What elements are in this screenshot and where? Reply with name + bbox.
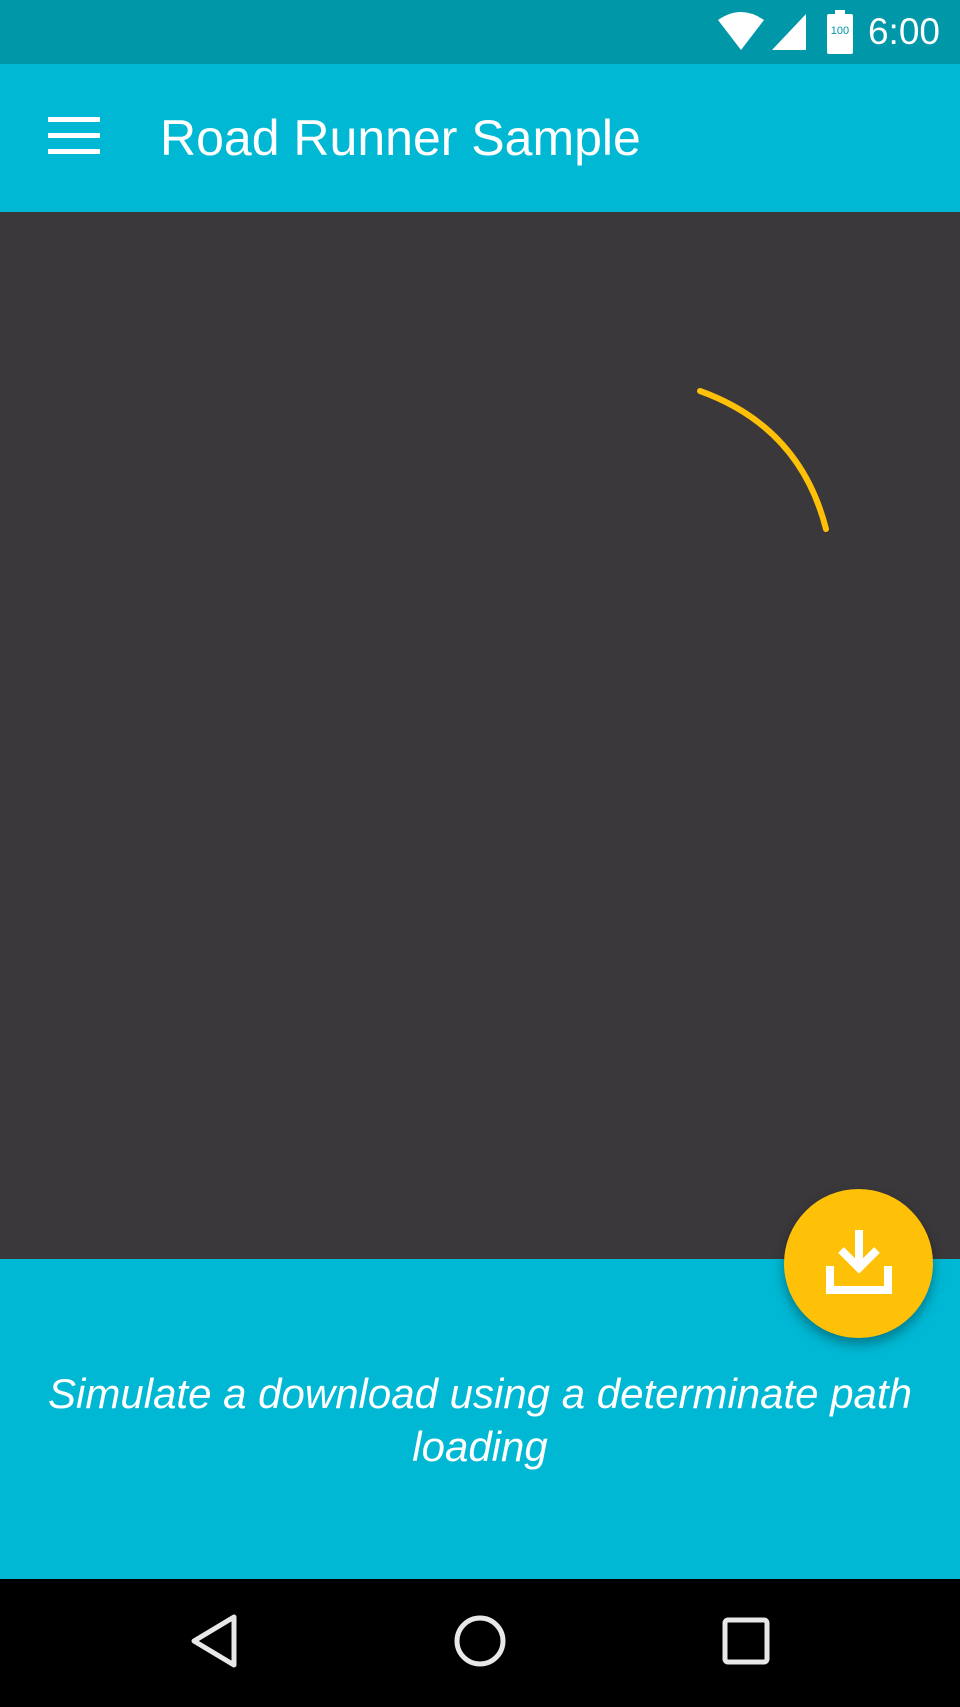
battery-icon: 100	[826, 10, 854, 54]
app-bar: Road Runner Sample	[0, 64, 960, 212]
app-title: Road Runner Sample	[160, 110, 641, 166]
screen: 100 6:00 Road Runner Sample Simulate a d…	[0, 0, 960, 1707]
recents-button[interactable]	[696, 1593, 796, 1693]
battery-level-text: 100	[830, 25, 850, 37]
caption-text: Simulate a download using a determinate …	[48, 1370, 912, 1470]
back-button[interactable]	[164, 1593, 264, 1693]
loader-arc	[697, 388, 829, 532]
download-icon	[824, 1226, 894, 1301]
loader-area	[0, 212, 960, 1259]
path-loader	[697, 388, 829, 532]
status-clock: 6:00	[867, 11, 940, 52]
menu-button[interactable]	[34, 104, 114, 172]
recents-icon	[721, 1616, 771, 1671]
wifi-icon	[716, 12, 766, 52]
hamburger-menu-icon	[48, 116, 100, 160]
back-icon	[188, 1613, 240, 1674]
download-button[interactable]	[784, 1189, 933, 1338]
status-bar: 100 6:00	[0, 0, 960, 64]
status-icons: 100 6:00	[716, 0, 940, 64]
nav-bar	[0, 1579, 960, 1707]
cell-signal-icon	[770, 12, 808, 52]
home-icon	[453, 1614, 507, 1673]
home-button[interactable]	[430, 1593, 530, 1693]
